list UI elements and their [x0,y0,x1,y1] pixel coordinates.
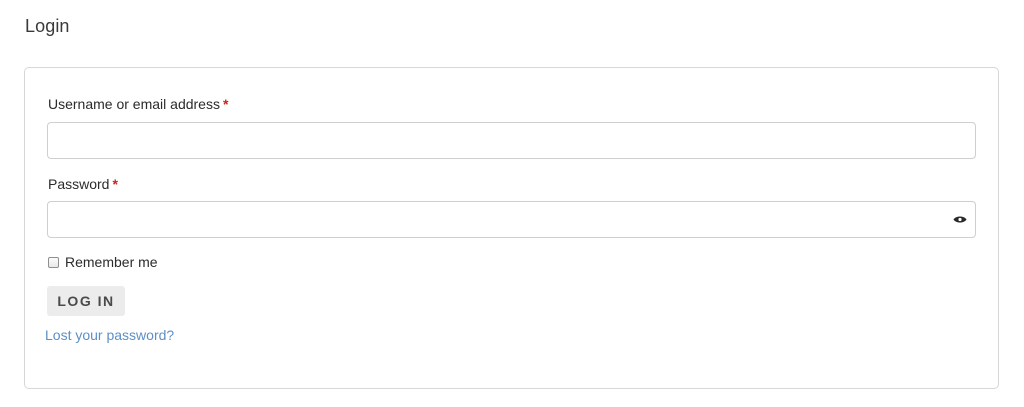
lost-password-link[interactable]: Lost your password? [45,327,174,343]
show-password-toggle[interactable] [951,212,969,226]
eye-icon [953,216,967,222]
username-label-text: Username or email address [48,96,220,112]
remember-me-label[interactable]: Remember me [65,254,158,270]
username-field[interactable] [47,122,976,159]
remember-me-checkbox[interactable] [48,256,59,268]
required-marker: * [222,96,229,112]
password-label-text: Password [48,176,110,192]
password-label: Password * [48,176,118,192]
login-form-card: Username or email address * Password * Rem… [24,67,999,389]
required-marker: * [112,176,118,192]
password-field[interactable] [47,201,976,238]
remember-me-row: Remember me [48,254,158,270]
username-label: Username or email address * [48,96,228,112]
page-title: Login [25,16,70,36]
login-button[interactable]: LOG IN [47,286,125,316]
